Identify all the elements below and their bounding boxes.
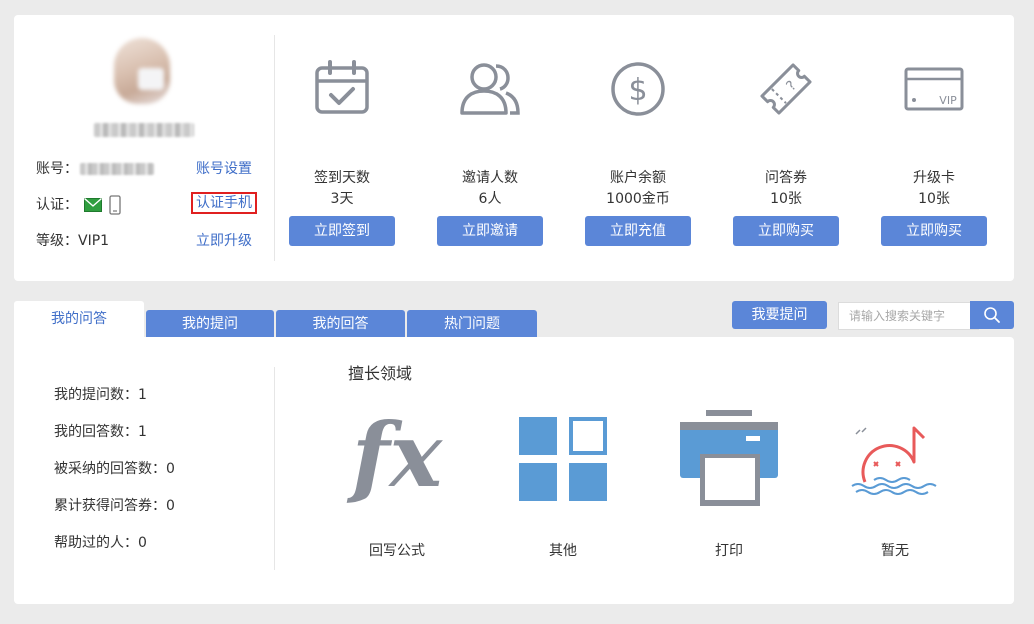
tab-my-questions[interactable]: 我的提问 (146, 310, 274, 338)
calendar-check-icon (315, 60, 369, 114)
stat-value: 10张 (918, 191, 950, 207)
svg-text:$: $ (628, 73, 647, 108)
field-print[interactable]: 打印 (674, 400, 784, 560)
checkin-button[interactable]: 立即签到 (289, 216, 395, 246)
search-input[interactable] (838, 302, 979, 330)
svg-text:fx: fx (346, 403, 444, 507)
stat-value: 6人 (478, 191, 502, 207)
verify-row: 认证： (36, 195, 121, 215)
field-label: 回写公式 (369, 543, 425, 559)
stat-label: 签到天数 (314, 170, 370, 186)
level-label: 等级：VIP1 (36, 233, 110, 249)
field-label: 暂无 (881, 543, 909, 559)
stat-tickets: ? 问答券 10张 立即购买 (726, 57, 846, 246)
formula-fx-icon: fx (346, 403, 444, 507)
account-settings-link[interactable]: 账号设置 (196, 159, 252, 179)
helped-people-count: 帮助过的人：0 (54, 535, 147, 551)
grid-tiles-icon (519, 417, 607, 501)
svg-text:?: ? (783, 78, 800, 95)
search-icon (984, 307, 1000, 323)
level-row: 等级：VIP1 (36, 231, 109, 251)
tab-hot-questions[interactable]: 热门问题 (407, 310, 537, 338)
sad-music-note-icon (851, 426, 937, 495)
buy-upgrade-card-button[interactable]: 立即购买 (881, 216, 987, 246)
stat-label: 账户余额 (610, 170, 666, 186)
vip-card-icon: VIP (904, 67, 964, 111)
questions-count: 我的提问数：1 (54, 387, 147, 403)
invite-button[interactable]: 立即邀请 (437, 216, 543, 246)
earned-tickets-count: 累计获得问答券：0 (54, 498, 175, 514)
search-button[interactable] (970, 301, 1014, 329)
stat-label: 问答券 (765, 170, 807, 186)
dollar-coin-icon: $ (611, 62, 665, 116)
stat-value: 10张 (770, 191, 802, 207)
field-other[interactable]: 其他 (508, 400, 618, 560)
answers-count: 我的回答数：1 (54, 424, 147, 440)
expertise-title: 擅长领域 (348, 364, 413, 383)
field-formula[interactable]: fx 回写公式 (342, 400, 452, 560)
field-label: 其他 (549, 543, 577, 559)
avatar[interactable] (114, 38, 170, 104)
stat-invites: 邀请人数 6人 立即邀请 (430, 57, 550, 246)
stat-upgrade-cards: VIP 升级卡 10张 立即购买 (874, 57, 994, 246)
field-label: 打印 (715, 543, 743, 559)
tab-my-qa[interactable]: 我的问答 (14, 301, 144, 338)
stat-value: 3天 (330, 191, 354, 207)
ask-question-button[interactable]: 我要提问 (732, 301, 827, 329)
upgrade-link[interactable]: 立即升级 (196, 231, 252, 251)
account-value-blurred (80, 163, 154, 175)
accepted-answers-count: 被采纳的回答数：0 (54, 461, 175, 477)
ticket-icon: ? (760, 63, 812, 115)
profile-card: 账号： 认证： 等级：VIP1 账号设置 认证手机 立即升级 签到天数 3天 立… (14, 15, 1014, 281)
vip-card-text: VIP (939, 94, 957, 107)
account-label: 账号： (36, 161, 78, 177)
qa-divider (274, 367, 275, 570)
recharge-button[interactable]: 立即充值 (585, 216, 691, 246)
buy-tickets-button[interactable]: 立即购买 (733, 216, 839, 246)
stat-label: 邀请人数 (462, 170, 518, 186)
username-blurred (94, 123, 194, 137)
stat-balance: $ 账户余额 1000金币 立即充值 (578, 57, 698, 246)
verify-phone-link[interactable]: 认证手机 (191, 192, 257, 214)
verify-label: 认证： (36, 197, 78, 213)
phone-icon (109, 195, 121, 215)
field-none[interactable]: 暂无 (840, 400, 950, 560)
users-icon (460, 63, 520, 115)
stat-value: 1000金币 (606, 191, 670, 207)
divider (274, 35, 275, 261)
printer-icon (680, 410, 778, 506)
account-row: 账号： (36, 159, 154, 179)
tab-my-answers[interactable]: 我的回答 (276, 310, 405, 338)
stat-checkin: 签到天数 3天 立即签到 (282, 57, 402, 246)
email-verified-icon (84, 197, 103, 212)
stat-label: 升级卡 (913, 170, 955, 186)
